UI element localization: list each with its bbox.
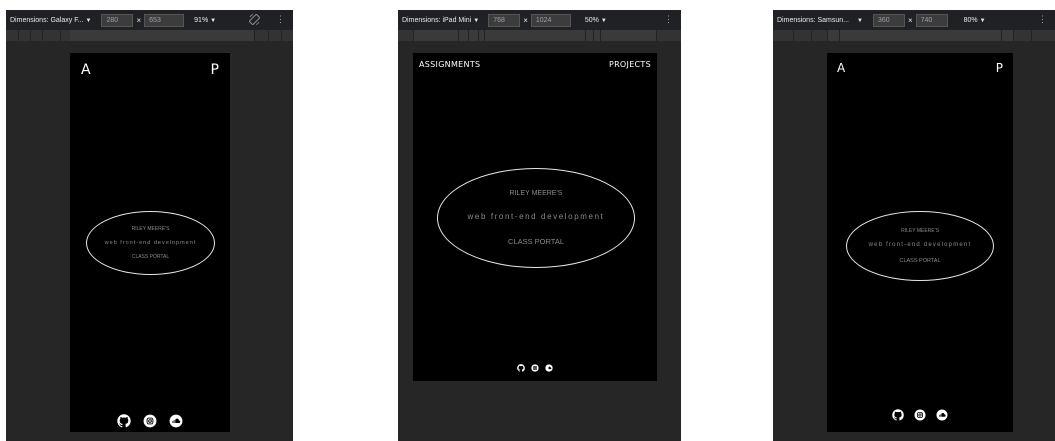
zoom-dropdown[interactable]: 80% ▼ <box>964 17 986 24</box>
nav-assignments-link[interactable]: A <box>81 62 91 78</box>
device-label: Dimensions: iPad Mini <box>402 16 472 24</box>
width-input[interactable]: 360 <box>872 13 905 27</box>
github-icon[interactable] <box>117 414 131 432</box>
instagram-icon[interactable] <box>143 414 157 432</box>
times-icon: × <box>907 15 913 25</box>
nav-projects-link[interactable]: P <box>996 61 1003 75</box>
times-icon: × <box>523 15 528 25</box>
device-label: Dimensions: Galaxy F... <box>10 16 84 24</box>
device-dropdown[interactable]: Dimensions: iPad Mini ▼ <box>402 17 479 24</box>
device-toolbar: Dimensions: Galaxy F... ▼ 280 × 653 91% ▼ … <box>6 10 293 30</box>
zoom-dropdown[interactable]: 91% ▼ <box>194 17 216 24</box>
height-input[interactable]: 653 <box>144 13 185 27</box>
soundcloud-icon[interactable] <box>545 359 553 377</box>
media-query-bar[interactable] <box>773 30 1055 41</box>
title-oval: RILEY MEERE'S web front-end development … <box>86 211 215 275</box>
instagram-icon[interactable] <box>914 408 926 426</box>
caret-down-icon: ▼ <box>856 17 863 24</box>
times-icon: × <box>136 15 142 25</box>
nav-assignments-link[interactable]: ASSIGNMENTS <box>419 60 480 69</box>
media-query-bar[interactable] <box>398 30 681 41</box>
nav-projects-link[interactable]: P <box>211 62 219 78</box>
caret-down-icon: ▼ <box>600 17 607 24</box>
devtools-panel-galaxy-fold: Dimensions: Galaxy F... ▼ 280 × 653 91% ▼ … <box>6 10 293 441</box>
social-links <box>413 359 657 377</box>
instagram-icon[interactable] <box>531 359 539 377</box>
width-input[interactable]: 768 <box>488 13 521 27</box>
device-viewport: A P RILEY MEERE'S web front-end developm… <box>827 53 1013 432</box>
soundcloud-icon[interactable] <box>936 408 948 426</box>
devtools-panel-samsung: Dimensions: Samsun... ▼ 360 × 740 80% ▼ ⋮ … <box>773 10 1055 441</box>
nav-projects-link[interactable]: PROJECTS <box>609 60 651 69</box>
width-input[interactable]: 280 <box>101 13 134 27</box>
github-icon[interactable] <box>517 359 525 377</box>
rotate-icon[interactable] <box>248 13 261 28</box>
portal-title: CLASS PORTAL <box>899 258 941 264</box>
more-options-icon[interactable]: ⋮ <box>1038 15 1047 24</box>
course-title: web front-end development <box>868 242 972 248</box>
device-viewport: A P RILEY MEERE'S web front-end developm… <box>70 53 230 432</box>
social-links <box>827 408 1013 426</box>
title-oval: RILEY MEERE'S web front-end development … <box>846 211 994 281</box>
more-options-icon[interactable]: ⋮ <box>664 15 673 24</box>
portal-title: CLASS PORTAL <box>508 237 564 246</box>
author-title: RILEY MEERE'S <box>901 228 939 234</box>
zoom-label: 50% <box>584 16 599 24</box>
media-query-bar[interactable] <box>6 30 293 41</box>
device-viewport: ASSIGNMENTS PROJECTS RILEY MEERE'S web f… <box>413 53 657 381</box>
device-dropdown[interactable]: Dimensions: Samsun... ▼ <box>777 17 863 24</box>
zoom-dropdown[interactable]: 50% ▼ <box>585 17 607 24</box>
title-oval: RILEY MEERE'S web front-end development … <box>437 168 635 268</box>
nav-assignments-link[interactable]: A <box>837 61 845 75</box>
soundcloud-icon[interactable] <box>169 414 183 432</box>
social-links <box>70 414 230 432</box>
caret-down-icon: ▼ <box>979 17 986 24</box>
portal-title: CLASS PORTAL <box>131 254 170 260</box>
course-title: web front-end development <box>467 212 605 221</box>
github-icon[interactable] <box>892 408 904 426</box>
height-input[interactable]: 1024 <box>530 13 571 27</box>
device-dropdown[interactable]: Dimensions: Galaxy F... ▼ <box>10 17 91 24</box>
devtools-panel-ipad-mini: Dimensions: iPad Mini ▼ 768 × 1024 50% ▼ ⋮… <box>398 10 681 441</box>
zoom-label: 91% <box>194 16 209 24</box>
course-title: web front-end development <box>104 240 197 246</box>
caret-down-icon: ▼ <box>473 17 480 24</box>
author-title: RILEY MEERE'S <box>509 190 563 197</box>
device-toolbar: Dimensions: iPad Mini ▼ 768 × 1024 50% ▼ ⋮ <box>398 10 681 30</box>
caret-down-icon: ▼ <box>210 17 217 24</box>
author-title: RILEY MEERE'S <box>131 226 170 232</box>
caret-down-icon: ▼ <box>85 17 92 24</box>
zoom-label: 80% <box>963 16 978 24</box>
height-input[interactable]: 740 <box>915 13 948 27</box>
device-toolbar: Dimensions: Samsun... ▼ 360 × 740 80% ▼ ⋮ <box>773 10 1055 30</box>
more-options-icon[interactable]: ⋮ <box>276 15 285 24</box>
device-label: Dimensions: Samsun... <box>777 16 849 24</box>
